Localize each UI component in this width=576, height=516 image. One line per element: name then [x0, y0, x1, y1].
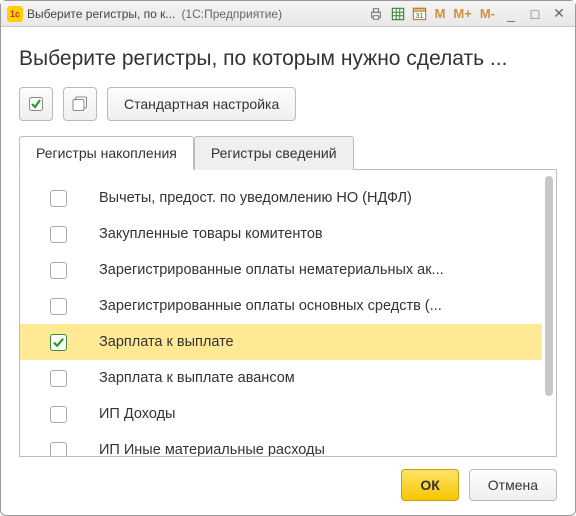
list-item[interactable]: Вычеты, предост. по уведомлению НО (НДФЛ… — [20, 180, 542, 216]
standard-settings-label: Стандартная настройка — [124, 96, 279, 112]
titlebar: 1c Выберите регистры, по к... (1С:Предпр… — [1, 1, 575, 27]
checkbox[interactable] — [50, 226, 67, 243]
list-item-label: Зарплата к выплате авансом — [99, 370, 295, 386]
minimize-icon[interactable]: _ — [501, 6, 521, 22]
list-item-label: ИП Доходы — [99, 406, 175, 422]
list-item-label: Закупленные товары комитентов — [99, 226, 323, 242]
checkbox[interactable] — [50, 370, 67, 387]
check-all-button[interactable] — [19, 87, 53, 121]
standard-settings-button[interactable]: Стандартная настройка — [107, 87, 296, 121]
memory-mminus-button[interactable]: M- — [478, 6, 497, 21]
ok-button[interactable]: ОК — [401, 469, 458, 501]
list-item[interactable]: Зарплата к выплате авансом — [20, 360, 542, 396]
checkbox[interactable] — [50, 298, 67, 315]
list-item[interactable]: Зарплата к выплате — [20, 324, 542, 360]
list-item[interactable]: ИП Иные материальные расходы — [20, 432, 542, 456]
content-area: Выберите регистры, по которым нужно сдел… — [1, 27, 575, 515]
checkbox[interactable] — [50, 190, 67, 207]
cancel-label: Отмена — [488, 477, 538, 493]
list-container: Вычеты, предост. по уведомлению НО (НДФЛ… — [19, 170, 557, 457]
scrollbar-thumb[interactable] — [545, 176, 553, 396]
uncheck-all-button[interactable] — [63, 87, 97, 121]
list-item-label: ИП Иные материальные расходы — [99, 442, 325, 456]
print-icon[interactable] — [367, 5, 385, 23]
close-icon[interactable]: ✕ — [549, 5, 569, 22]
list-item[interactable]: Закупленные товары комитентов — [20, 216, 542, 252]
list-item-label: Вычеты, предост. по уведомлению НО (НДФЛ… — [99, 190, 412, 206]
list-item-label: Зарегистрированные оплаты основных средс… — [99, 298, 442, 314]
tab-1[interactable]: Регистры сведений — [194, 136, 354, 170]
calendar-icon[interactable]: 31 — [411, 5, 429, 23]
checkbox[interactable] — [50, 406, 67, 423]
list-item[interactable]: ИП Доходы — [20, 396, 542, 432]
toolbar: Стандартная настройка — [19, 87, 557, 121]
checkbox[interactable] — [50, 442, 67, 457]
tabs: Регистры накопленияРегистры сведений — [19, 135, 557, 170]
register-list: Вычеты, предост. по уведомлению НО (НДФЛ… — [20, 170, 542, 456]
checkbox[interactable] — [50, 334, 67, 351]
cancel-button[interactable]: Отмена — [469, 469, 557, 501]
window-title: Выберите регистры, по к... — [27, 7, 175, 21]
list-item-label: Зарегистрированные оплаты нематериальных… — [99, 262, 444, 278]
footer: ОК Отмена — [19, 457, 557, 501]
page-title: Выберите регистры, по которым нужно сдел… — [19, 47, 557, 71]
spreadsheet-icon[interactable] — [389, 5, 407, 23]
memory-mplus-button[interactable]: M+ — [451, 6, 473, 21]
ok-label: ОК — [420, 477, 439, 493]
memory-m-button[interactable]: M — [433, 6, 448, 21]
list-item-label: Зарплата к выплате — [99, 334, 234, 350]
list-item[interactable]: Зарегистрированные оплаты основных средс… — [20, 288, 542, 324]
tab-0[interactable]: Регистры накопления — [19, 136, 194, 170]
maximize-icon[interactable]: □ — [525, 6, 545, 22]
svg-text:31: 31 — [415, 11, 423, 20]
scrollbar[interactable] — [542, 170, 556, 456]
list-item[interactable]: Зарегистрированные оплаты нематериальных… — [20, 252, 542, 288]
app-name: (1С:Предприятие) — [181, 7, 282, 21]
app-logo-icon: 1c — [7, 6, 23, 22]
checkbox[interactable] — [50, 262, 67, 279]
